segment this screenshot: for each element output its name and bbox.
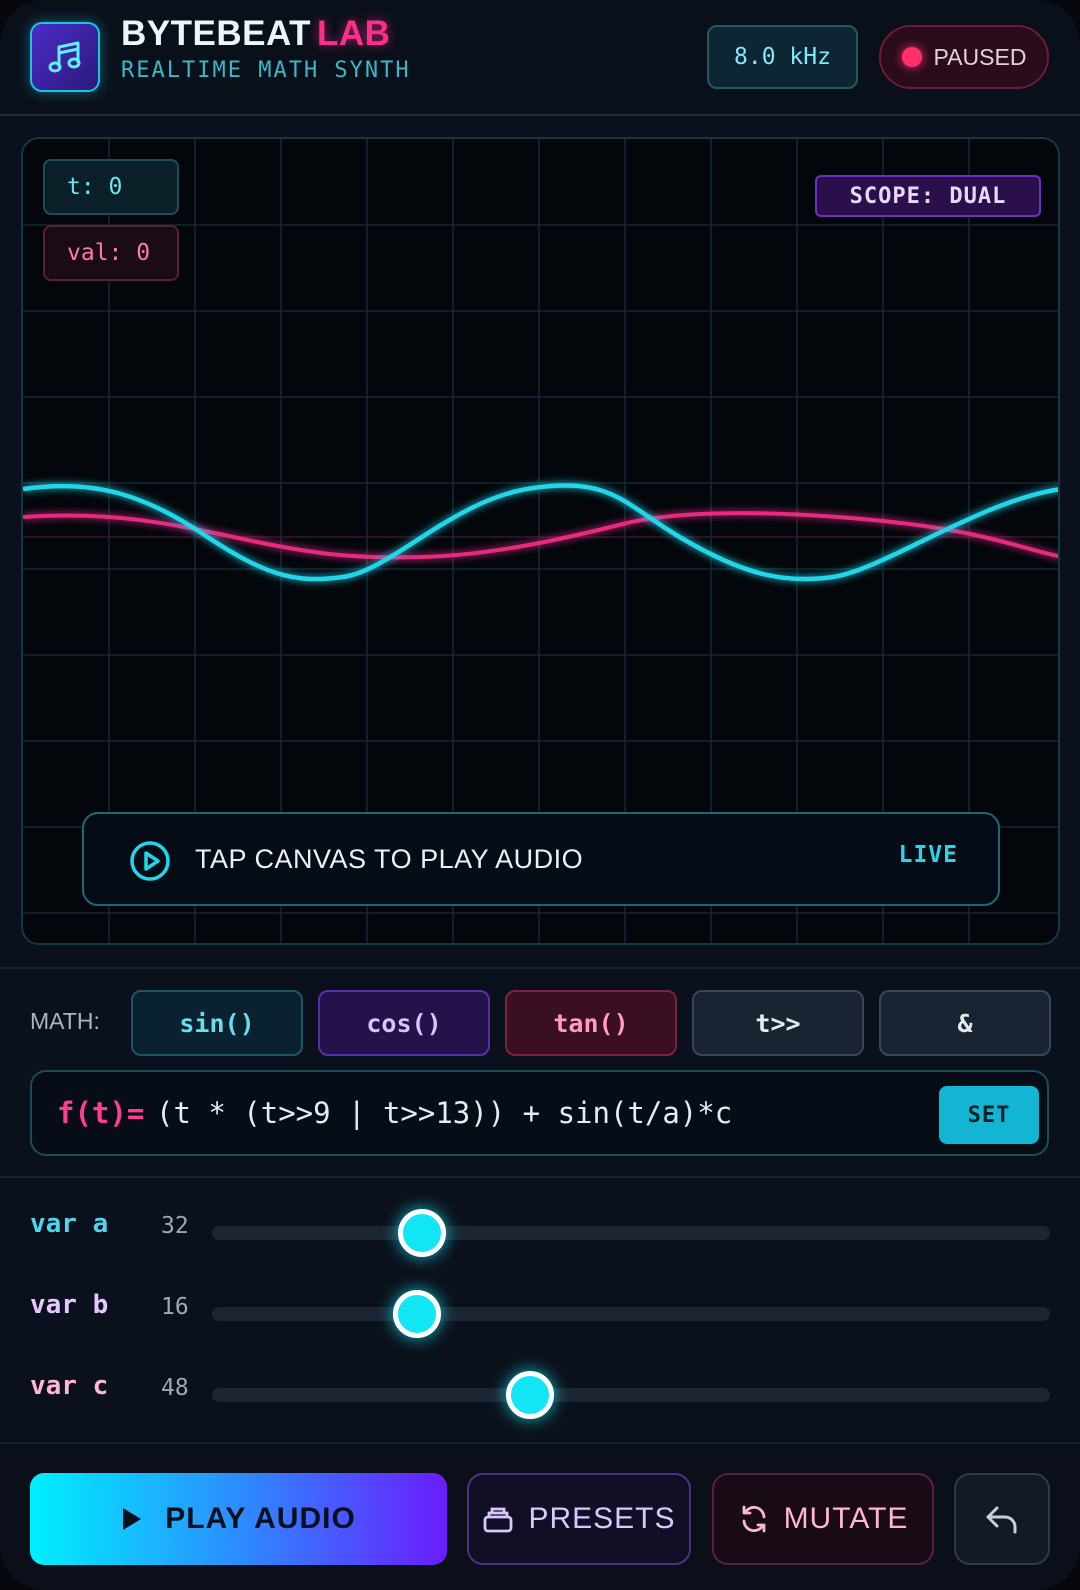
title-accent: LAB bbox=[317, 14, 391, 53]
var-a-label: var a bbox=[30, 1209, 109, 1239]
oscilloscope-canvas[interactable]: t: 0 val: 0 SCOPE: DUAL TAP CANVAS TO PL… bbox=[21, 137, 1060, 945]
action-bar: PLAY AUDIO PRESETS MUTATE bbox=[0, 1442, 1080, 1590]
presets-icon bbox=[484, 1507, 513, 1533]
var-b-handle[interactable] bbox=[393, 1290, 442, 1338]
tap-prompt-text: TAP CANVAS TO PLAY AUDIO bbox=[195, 844, 584, 874]
playback-status-badge[interactable]: PAUSED bbox=[879, 25, 1049, 89]
insert-shift-button[interactable]: t>> bbox=[692, 990, 864, 1056]
insert-tan-button[interactable]: tan() bbox=[505, 990, 677, 1056]
var-c-label: var c bbox=[30, 1371, 109, 1401]
tap-to-play-banner[interactable]: TAP CANVAS TO PLAY AUDIO LIVE bbox=[82, 812, 1000, 906]
play-icon bbox=[123, 1508, 142, 1530]
presets-label: PRESETS bbox=[528, 1502, 676, 1535]
var-c-track[interactable] bbox=[212, 1388, 1050, 1402]
music-note-icon bbox=[30, 22, 100, 92]
var-a-track[interactable] bbox=[212, 1226, 1050, 1240]
sample-rate-button[interactable]: 8.0 kHz bbox=[707, 25, 858, 89]
var-b-track[interactable] bbox=[212, 1307, 1050, 1321]
title-main: BYTEBEAT bbox=[121, 14, 312, 53]
var-b-label: var b bbox=[30, 1290, 109, 1320]
insert-cos-button[interactable]: cos() bbox=[318, 990, 490, 1056]
play-audio-button[interactable]: PLAY AUDIO bbox=[30, 1473, 447, 1565]
insert-sin-button[interactable]: sin() bbox=[131, 990, 303, 1056]
waveform-primary bbox=[23, 483, 1058, 582]
time-readout: t: 0 bbox=[43, 159, 179, 215]
undo-icon bbox=[986, 1506, 1017, 1534]
set-formula-button[interactable]: SET bbox=[939, 1086, 1039, 1144]
live-indicator: LIVE bbox=[898, 842, 958, 868]
undo-button[interactable] bbox=[954, 1473, 1050, 1565]
play-circle-icon bbox=[128, 839, 172, 888]
section-divider bbox=[0, 967, 1080, 969]
play-audio-label: PLAY AUDIO bbox=[165, 1502, 356, 1535]
formula-label: f(t)= bbox=[57, 1096, 145, 1130]
var-a-value: 32 bbox=[161, 1213, 189, 1239]
scope-mode-button[interactable]: SCOPE: DUAL bbox=[815, 175, 1041, 217]
presets-button[interactable]: PRESETS bbox=[467, 1473, 691, 1565]
value-readout: val: 0 bbox=[43, 225, 179, 281]
var-b-value: 16 bbox=[161, 1294, 189, 1320]
refresh-icon bbox=[742, 1505, 765, 1533]
var-a-handle[interactable] bbox=[397, 1209, 446, 1257]
app-subtitle: REALTIME MATH SYNTH bbox=[121, 58, 411, 83]
status-label: PAUSED bbox=[933, 43, 1027, 70]
insert-and-button[interactable]: & bbox=[879, 990, 1051, 1056]
mutate-button[interactable]: MUTATE bbox=[712, 1473, 934, 1565]
app-window: BYTEBEAT LAB REALTIME MATH SYNTH 8.0 kHz … bbox=[0, 0, 1080, 1590]
formula-expression[interactable]: (t * (t>>9 | t>>13)) + sin(t/a)*c bbox=[156, 1096, 732, 1130]
section-divider bbox=[0, 1176, 1080, 1178]
var-c-handle[interactable] bbox=[506, 1371, 555, 1419]
header: BYTEBEAT LAB REALTIME MATH SYNTH 8.0 kHz … bbox=[0, 0, 1080, 116]
mutate-label: MUTATE bbox=[783, 1502, 909, 1535]
status-dot-icon bbox=[901, 47, 922, 67]
formula-field[interactable]: f(t)= (t * (t>>9 | t>>13)) + sin(t/a)*c … bbox=[30, 1070, 1049, 1156]
var-c-value: 48 bbox=[161, 1375, 189, 1401]
math-label: MATH: bbox=[30, 1008, 100, 1034]
app-title: BYTEBEAT LAB bbox=[121, 14, 390, 54]
